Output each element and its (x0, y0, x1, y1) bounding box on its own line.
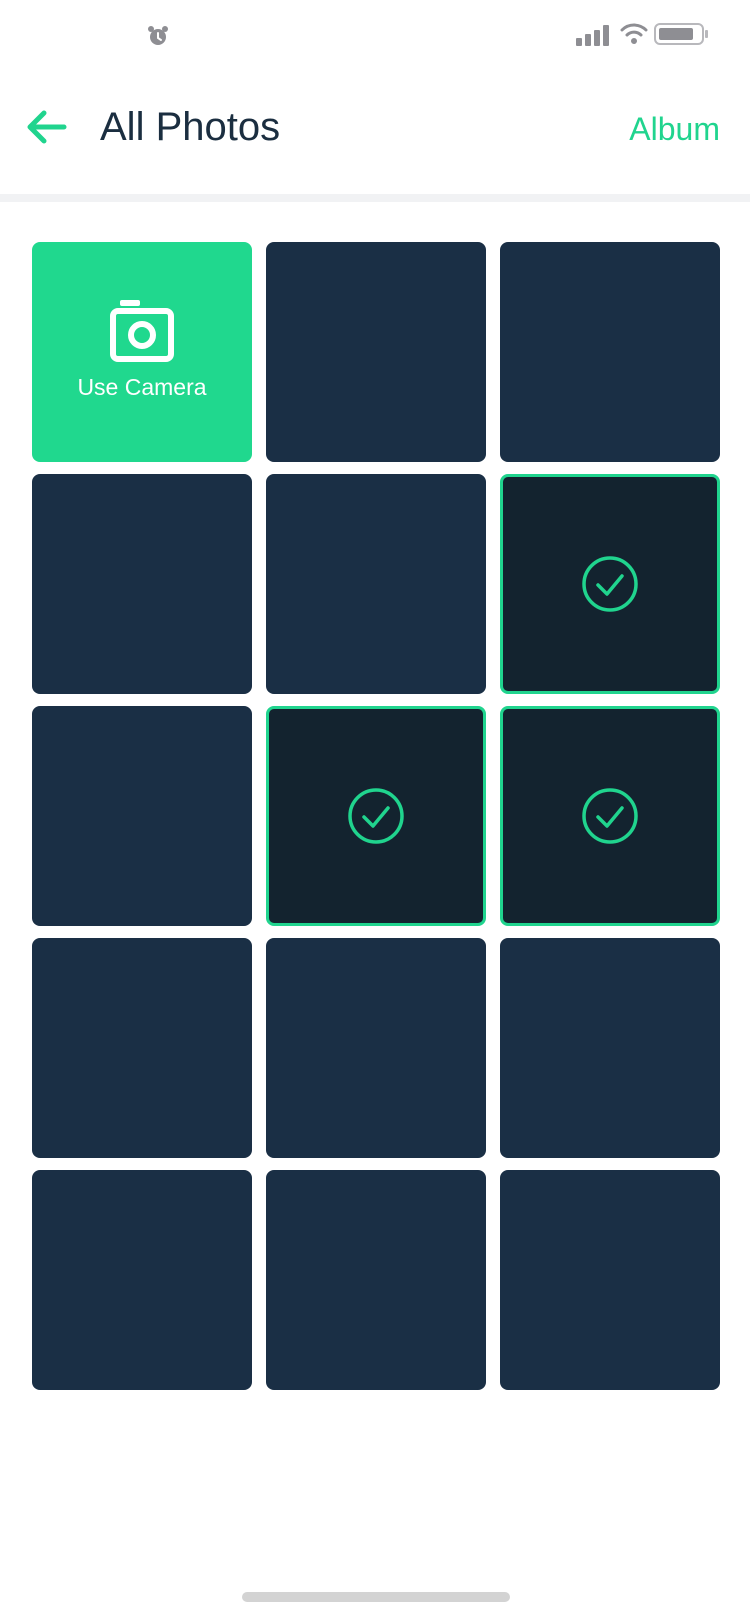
checkmark-circle-icon (348, 788, 404, 844)
home-indicator[interactable] (242, 1592, 510, 1602)
photo-tile-selected[interactable] (266, 706, 486, 926)
use-camera-tile[interactable]: Use Camera (32, 242, 252, 462)
back-button[interactable] (22, 102, 72, 152)
photo-tile[interactable] (266, 242, 486, 462)
album-button[interactable]: Album (629, 108, 720, 150)
signal-icon (576, 25, 609, 46)
photo-tile[interactable] (32, 1170, 252, 1390)
photo-picker-screen: All Photos Album Use Camera (0, 0, 750, 1624)
status-bar (0, 0, 750, 72)
photo-tile[interactable] (32, 938, 252, 1158)
checkmark-circle-icon (582, 788, 638, 844)
photo-grid: Use Camera (32, 242, 720, 1390)
camera-icon (110, 299, 174, 362)
photo-tile-selected[interactable] (500, 474, 720, 694)
battery-icon (654, 23, 708, 45)
photo-tile[interactable] (32, 706, 252, 926)
wifi-icon (620, 23, 648, 44)
photo-tile[interactable] (266, 1170, 486, 1390)
photo-tile[interactable] (500, 242, 720, 462)
photo-tile[interactable] (500, 1170, 720, 1390)
photo-tile[interactable] (32, 474, 252, 694)
arrow-left-icon (27, 110, 67, 144)
alarm-icon (148, 26, 168, 45)
header-divider (0, 194, 750, 202)
page-title: All Photos (100, 105, 281, 149)
checkmark-circle-icon (582, 556, 638, 612)
photo-tile[interactable] (266, 938, 486, 1158)
photo-tile[interactable] (266, 474, 486, 694)
photo-tile[interactable] (500, 938, 720, 1158)
photo-tile-selected[interactable] (500, 706, 720, 926)
nav-header: All Photos Album (0, 72, 750, 194)
camera-label: Use Camera (77, 373, 207, 400)
